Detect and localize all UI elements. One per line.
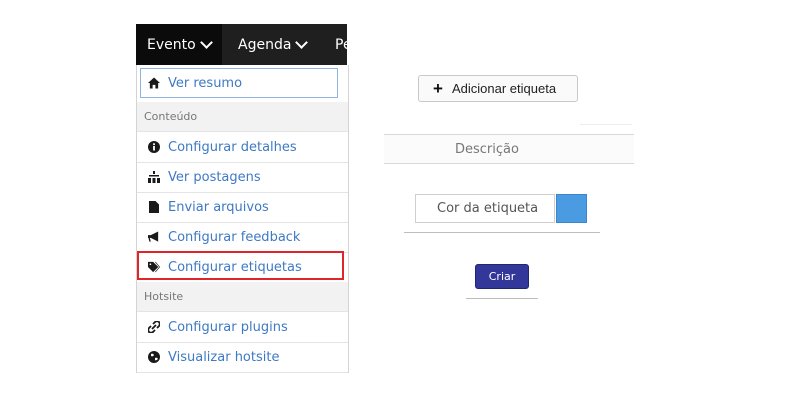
chevron-down-icon — [199, 36, 213, 49]
nav-agenda-label: Agenda — [238, 36, 292, 53]
selection-highlight — [137, 251, 344, 280]
menu-item-visualizar-hotsite[interactable]: Visualizar hotsite — [137, 342, 348, 373]
sitemap-icon — [148, 171, 160, 183]
evento-dropdown-menu: Ver resumo Conteúdo Configurar detalhes … — [136, 65, 349, 373]
nav-evento-label: Evento — [147, 36, 196, 53]
menu-item-configurar-detalhes[interactable]: Configurar detalhes — [137, 132, 348, 163]
menu-section-header-hotsite: Hotsite — [137, 282, 348, 312]
menu-item-label: Configurar feedback — [168, 229, 301, 245]
add-tag-label: Adicionar etiqueta — [452, 81, 557, 96]
chevron-down-icon — [295, 36, 309, 49]
add-tag-button[interactable]: + Adicionar etiqueta — [418, 75, 578, 102]
menu-item-label: Enviar arquivos — [168, 199, 269, 215]
menu-item-configurar-plugins[interactable]: Configurar plugins — [137, 312, 348, 343]
info-circle-icon — [148, 141, 160, 153]
section-label: Conteúdo — [144, 110, 198, 123]
divider — [466, 298, 538, 299]
menu-item-label: Ver postagens — [168, 169, 261, 185]
file-icon — [148, 201, 160, 213]
menu-item-ver-postagens[interactable]: Ver postagens — [137, 162, 348, 193]
menu-item-configurar-feedback[interactable]: Configurar feedback — [137, 222, 348, 253]
description-field[interactable]: Descrição — [384, 134, 634, 164]
create-button[interactable]: Criar — [475, 264, 529, 289]
section-label: Hotsite — [144, 290, 184, 303]
menu-item-label: Visualizar hotsite — [168, 349, 280, 365]
nav-item-partial[interactable]: Pe — [325, 24, 347, 65]
menu-item-enviar-arquivos[interactable]: Enviar arquivos — [137, 192, 348, 223]
bullhorn-icon — [148, 231, 160, 243]
menu-item-label: Configurar plugins — [168, 319, 288, 335]
link-icon — [148, 321, 160, 333]
menu-item-label: Configurar detalhes — [168, 139, 297, 155]
divider — [404, 232, 600, 233]
color-swatch[interactable] — [556, 194, 587, 223]
divider — [580, 124, 632, 125]
nav-partial-label: Pe — [335, 36, 347, 53]
top-navbar: Evento Agenda Pe — [136, 24, 347, 65]
tag-color-field[interactable]: Cor da etiqueta — [415, 194, 555, 223]
menu-item-label: Ver resumo — [168, 75, 243, 91]
create-label: Criar — [488, 270, 516, 283]
plus-icon: + — [433, 78, 443, 98]
globe-icon — [148, 351, 160, 363]
menu-section-header-conteudo: Conteúdo — [137, 102, 348, 132]
description-label: Descrição — [455, 141, 519, 157]
menu-item-ver-resumo[interactable]: Ver resumo — [140, 68, 338, 98]
nav-agenda[interactable]: Agenda — [227, 24, 316, 65]
nav-evento[interactable]: Evento — [136, 24, 222, 65]
tag-color-label: Cor da etiqueta — [437, 201, 539, 216]
home-icon — [148, 77, 160, 89]
